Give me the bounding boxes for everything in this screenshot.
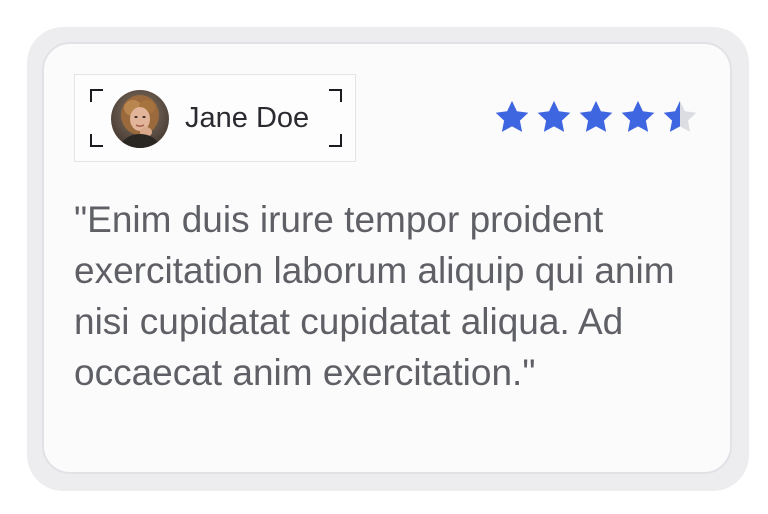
selection-corner-top-left — [90, 89, 103, 102]
star-icon — [663, 100, 697, 132]
star-icon — [579, 100, 613, 132]
star-icon — [495, 100, 529, 132]
author-selection-box[interactable]: Jane Doe — [74, 74, 356, 162]
testimonial-card: Jane Doe "Enim duis irure tempor proiden… — [42, 42, 732, 474]
star-icon — [621, 100, 655, 132]
author-name: Jane Doe — [185, 102, 310, 134]
star-icon — [537, 100, 571, 132]
star-rating — [493, 98, 699, 136]
selection-corner-top-right — [329, 89, 342, 102]
selection-corner-bottom-right — [329, 134, 342, 147]
avatar — [111, 90, 169, 148]
user-avatar-photo-icon — [111, 90, 169, 148]
selection-corner-bottom-left — [90, 134, 103, 147]
testimonial-quote: "Enim duis irure tempor proident exercit… — [74, 199, 675, 393]
